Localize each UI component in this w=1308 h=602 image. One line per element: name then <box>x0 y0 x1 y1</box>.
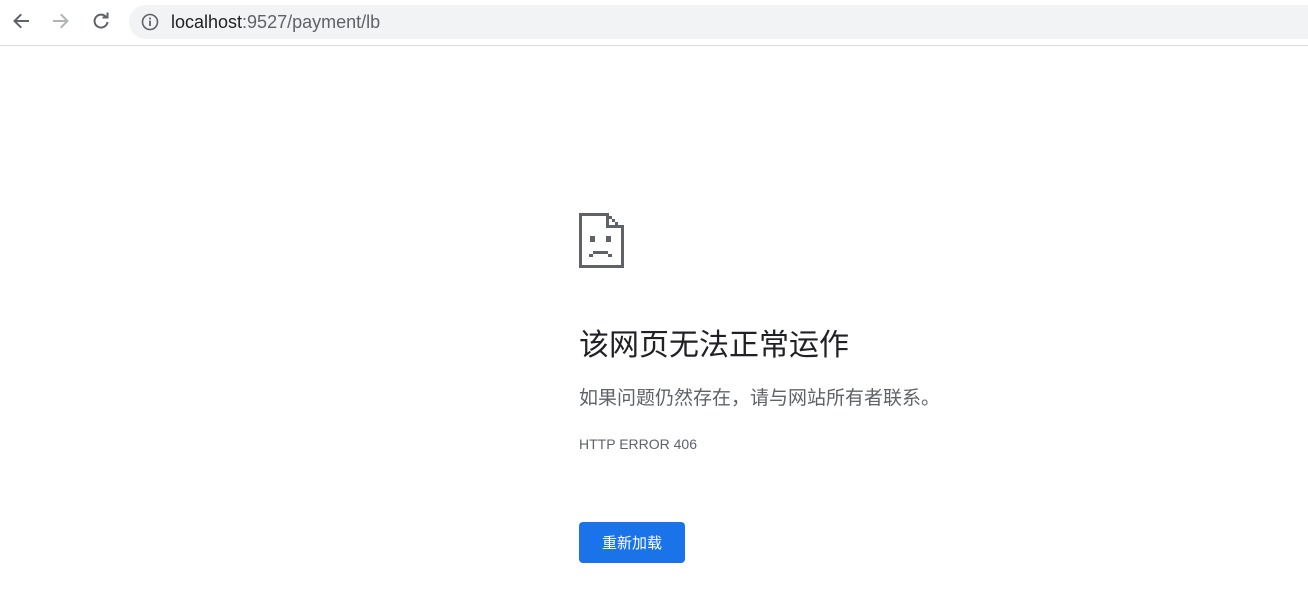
forward-button[interactable] <box>46 6 76 36</box>
reload-nav-button[interactable] <box>86 6 116 36</box>
url-path: :9527/payment/lb <box>242 12 381 32</box>
reload-icon <box>93 12 109 29</box>
error-message: 如果问题仍然存在，请与网站所有者联系。 <box>579 387 941 409</box>
address-bar[interactable]: localhost:9527/payment/lb <box>129 5 1308 39</box>
arrow-left-icon <box>13 13 29 29</box>
url-host: localhost <box>171 12 243 32</box>
error-code: HTTP ERROR 406 <box>579 436 697 452</box>
url-text[interactable]: localhost:9527/payment/lb <box>171 12 380 32</box>
sad-page-icon <box>579 213 624 268</box>
reload-button[interactable]: 重新加载 <box>579 522 685 563</box>
back-button[interactable] <box>6 6 36 36</box>
info-circle-icon[interactable] <box>141 13 159 31</box>
browser-toolbar: localhost:9527/payment/lb <box>0 0 1308 46</box>
error-heading: 该网页无法正常运作 <box>579 328 849 363</box>
arrow-right-icon <box>53 13 69 29</box>
